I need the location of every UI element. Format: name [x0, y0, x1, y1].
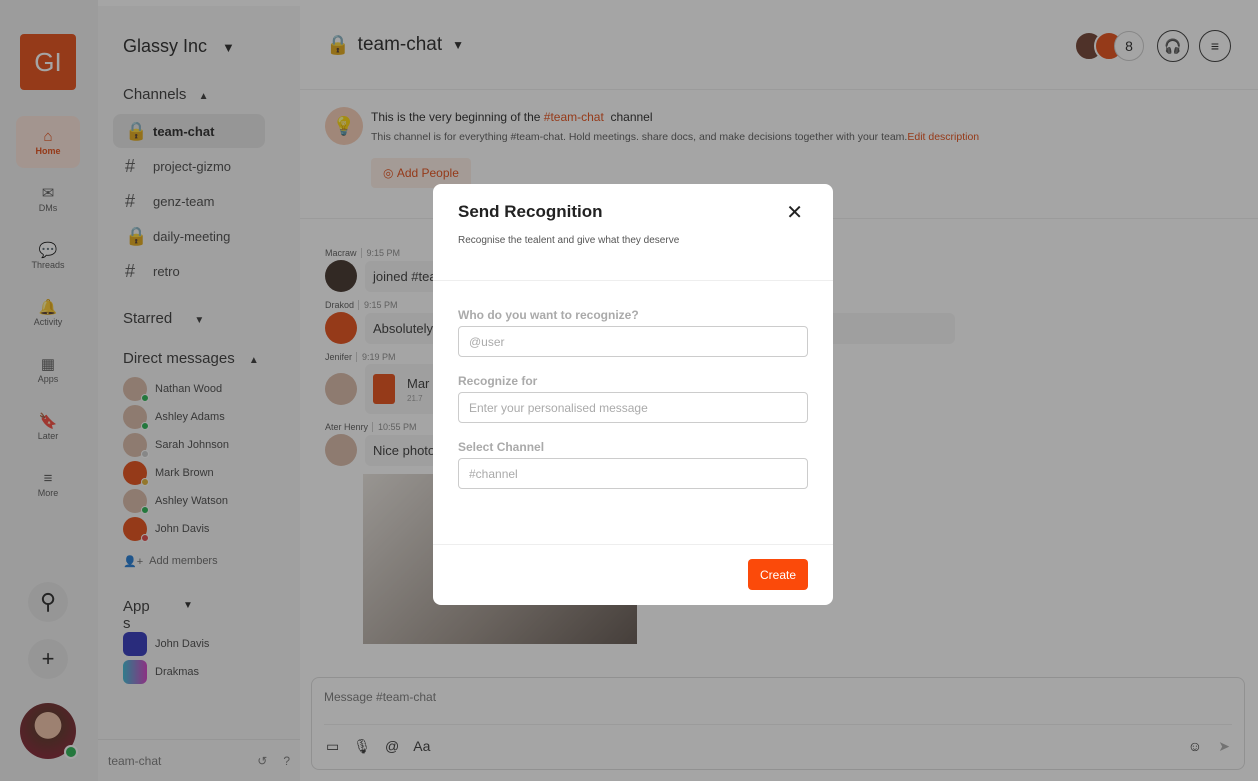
field-label: Select Channel	[458, 440, 545, 454]
close-icon[interactable]: ✕	[786, 200, 803, 225]
send-recognition-modal: Send Recognition ✕ Recognise the tealent…	[433, 184, 833, 605]
channel-input[interactable]	[458, 458, 808, 489]
create-button[interactable]: Create	[748, 559, 808, 590]
field-label: Who do you want to recognize?	[458, 308, 639, 322]
modal-subtitle: Recognise the tealent and give what they…	[458, 235, 680, 246]
field-label: Recognize for	[458, 374, 538, 388]
modal-title: Send Recognition	[458, 202, 603, 221]
message-field[interactable]	[458, 392, 808, 423]
user-input[interactable]	[458, 326, 808, 357]
